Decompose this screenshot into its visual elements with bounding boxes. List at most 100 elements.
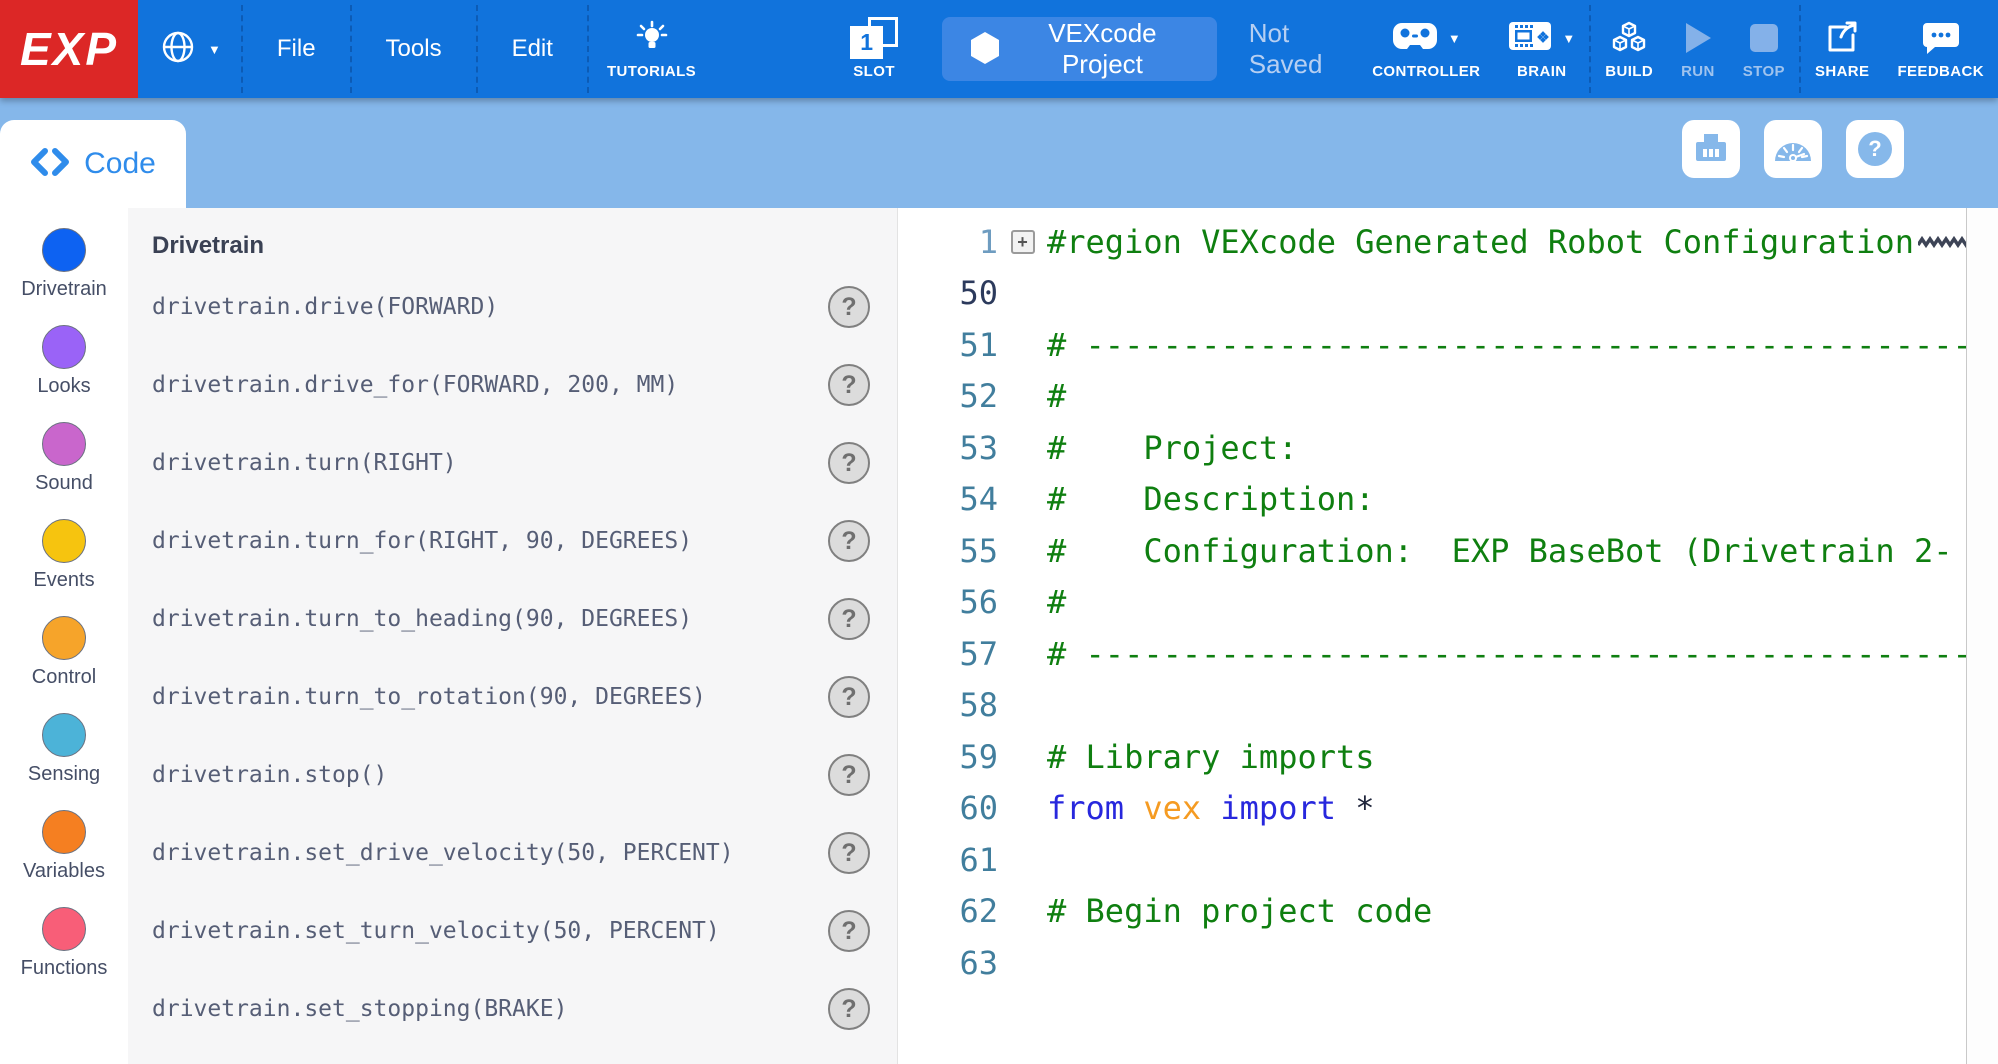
code-line[interactable]: 50	[898, 268, 1966, 320]
command-help-button[interactable]: ?	[828, 676, 870, 718]
code-text: #region VEXcode Generated Robot Configur…	[1047, 223, 1966, 261]
toolbox-category-variables[interactable]: Variables	[0, 810, 128, 907]
line-number: 1	[898, 223, 998, 261]
command-row[interactable]: drivetrain.turn_to_heading(90, DEGREES)?	[152, 580, 870, 658]
dashboard-gauge-button[interactable]	[1764, 120, 1822, 178]
code-line[interactable]: 56 #	[898, 577, 1966, 629]
command-text[interactable]: drivetrain.turn_to_rotation(90, DEGREES)	[152, 684, 706, 710]
command-row[interactable]: drivetrain.turn(RIGHT)?	[152, 424, 870, 502]
code-line[interactable]: 59# Library imports	[898, 731, 1966, 783]
hexagon-icon	[970, 31, 1000, 68]
category-color-dot[interactable]	[42, 713, 86, 757]
command-help-button[interactable]: ?	[828, 988, 870, 1030]
tutorials-button[interactable]: TUTORIALS	[589, 0, 714, 98]
menu-tools[interactable]: Tools	[352, 0, 476, 98]
brain-button[interactable]: ▼ BRAIN	[1494, 0, 1589, 98]
toolbox-category-sensing[interactable]: Sensing	[0, 713, 128, 810]
command-text[interactable]: drivetrain.stop()	[152, 762, 387, 788]
run-button[interactable]: RUN	[1667, 0, 1729, 98]
exp-logo: EXP	[0, 0, 138, 98]
stop-button[interactable]: STOP	[1729, 0, 1799, 98]
feedback-button[interactable]: FEEDBACK	[1883, 0, 1998, 98]
code-line[interactable]: 51# ------------------------------------…	[898, 319, 1966, 371]
command-text[interactable]: drivetrain.set_stopping(BRAKE)	[152, 996, 567, 1022]
category-color-dot[interactable]	[42, 907, 86, 951]
command-help-button[interactable]: ?	[828, 910, 870, 952]
toolbox-category-events[interactable]: Events	[0, 519, 128, 616]
controller-icon	[1392, 21, 1438, 56]
globe-icon	[160, 29, 196, 70]
lightbulb-icon	[634, 18, 670, 58]
command-text[interactable]: drivetrain.set_drive_velocity(50, PERCEN…	[152, 840, 734, 866]
code-line[interactable]: 54# Description:	[898, 474, 1966, 526]
controller-button[interactable]: ▼ CONTROLLER	[1358, 0, 1494, 98]
command-row[interactable]: drivetrain.stop()?	[152, 736, 870, 814]
command-text[interactable]: drivetrain.turn_for(RIGHT, 90, DEGREES)	[152, 528, 692, 554]
code-line[interactable]: 52#	[898, 371, 1966, 423]
toolbox-category-sound[interactable]: Sound	[0, 422, 128, 519]
code-line[interactable]: 53# Project:	[898, 422, 1966, 474]
controller-label: CONTROLLER	[1372, 63, 1480, 80]
code-line[interactable]: 60from vex import *	[898, 783, 1966, 835]
command-row[interactable]: drivetrain.drive(FORWARD)?	[152, 268, 870, 346]
line-number: 53	[898, 429, 998, 467]
command-help-button[interactable]: ?	[828, 754, 870, 796]
project-name-label: VEXcode Project	[1016, 18, 1189, 80]
code-line[interactable]: 61	[898, 834, 1966, 886]
command-list: drivetrain.drive(FORWARD)?drivetrain.dri…	[152, 268, 870, 1048]
category-color-dot[interactable]	[42, 422, 86, 466]
toolbox-category-drivetrain[interactable]: Drivetrain	[0, 228, 128, 325]
code-text: #	[1047, 583, 1966, 621]
code-line[interactable]: 55# Configuration: EXP BaseBot (Drivetra…	[898, 525, 1966, 577]
help-button[interactable]: ?	[1846, 120, 1904, 178]
command-help-button[interactable]: ?	[828, 520, 870, 562]
code-line[interactable]: 57# ------------------------------------…	[898, 628, 1966, 680]
toolbox-category-looks[interactable]: Looks	[0, 325, 128, 422]
top-toolbar: EXP ▼ File Tools Edit TUTORIALS	[0, 0, 1998, 98]
command-help-button[interactable]: ?	[828, 364, 870, 406]
command-text[interactable]: drivetrain.turn_to_heading(90, DEGREES)	[152, 606, 692, 632]
share-button[interactable]: SHARE	[1801, 0, 1884, 98]
code-line[interactable]: 62# Begin project code	[898, 886, 1966, 938]
category-color-dot[interactable]	[42, 228, 86, 272]
editor-scrollbar[interactable]	[1966, 208, 1998, 1064]
command-help-button[interactable]: ?	[828, 286, 870, 328]
menu-file[interactable]: File	[243, 0, 350, 98]
command-row[interactable]: drivetrain.turn_for(RIGHT, 90, DEGREES)?	[152, 502, 870, 580]
category-color-dot[interactable]	[42, 616, 86, 660]
toolbox: DrivetrainLooksSoundEventsControlSensing…	[0, 208, 128, 1064]
category-color-dot[interactable]	[42, 810, 86, 854]
command-row[interactable]: drivetrain.set_stopping(BRAKE)?	[152, 970, 870, 1048]
slot-button[interactable]: 1 SLOT	[832, 0, 916, 98]
fold-expand-icon[interactable]: +	[1011, 230, 1035, 254]
category-color-dot[interactable]	[42, 519, 86, 563]
menu-edit[interactable]: Edit	[478, 0, 587, 98]
category-color-dot[interactable]	[42, 325, 86, 369]
save-status: Not Saved	[1249, 18, 1358, 80]
code-editor[interactable]: 1 + #region VEXcode Generated Robot Config…	[898, 208, 1998, 1064]
project-name-button[interactable]: VEXcode Project	[942, 17, 1217, 81]
toolbox-category-control[interactable]: Control	[0, 616, 128, 713]
command-row[interactable]: drivetrain.drive_for(FORWARD, 200, MM)?	[152, 346, 870, 424]
build-button[interactable]: BUILD	[1591, 0, 1667, 98]
code-line[interactable]: 63	[898, 937, 1966, 989]
exp-logo-text: EXP	[20, 22, 118, 76]
command-text[interactable]: drivetrain.drive(FORWARD)	[152, 294, 498, 320]
command-help-button[interactable]: ?	[828, 832, 870, 874]
command-text[interactable]: drivetrain.set_turn_velocity(50, PERCENT…	[152, 918, 720, 944]
command-row[interactable]: drivetrain.set_drive_velocity(50, PERCEN…	[152, 814, 870, 892]
device-info-button[interactable]	[1682, 120, 1740, 178]
command-help-button[interactable]: ?	[828, 598, 870, 640]
language-menu-button[interactable]: ▼	[138, 0, 241, 98]
code-line[interactable]: 58	[898, 680, 1966, 732]
command-row[interactable]: drivetrain.turn_to_rotation(90, DEGREES)…	[152, 658, 870, 736]
line-number: 56	[898, 583, 998, 621]
tutorials-label: TUTORIALS	[607, 63, 696, 80]
command-row[interactable]: drivetrain.set_turn_velocity(50, PERCENT…	[152, 892, 870, 970]
code-line[interactable]: 1 + #region VEXcode Generated Robot Config…	[898, 216, 1966, 268]
command-text[interactable]: drivetrain.turn(RIGHT)	[152, 450, 457, 476]
command-help-button[interactable]: ?	[828, 442, 870, 484]
tab-code[interactable]: Code	[0, 120, 186, 208]
toolbox-category-functions[interactable]: Functions	[0, 907, 128, 1004]
command-text[interactable]: drivetrain.drive_for(FORWARD, 200, MM)	[152, 372, 678, 398]
